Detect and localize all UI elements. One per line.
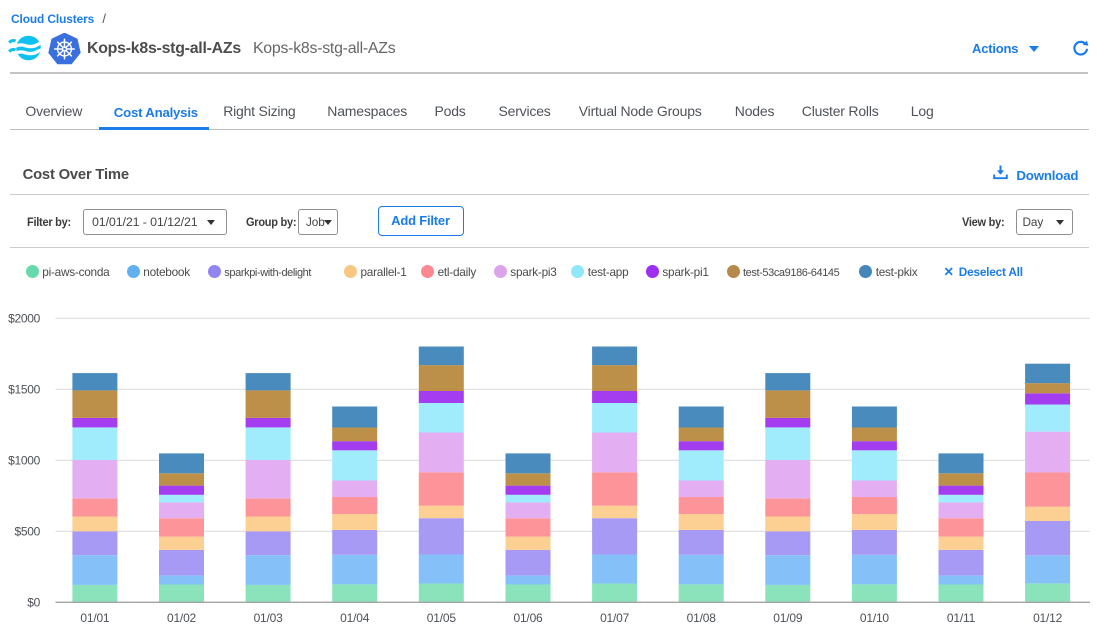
svg-text:$2000: $2000 bbox=[8, 312, 40, 326]
svg-text:01/11: 01/11 bbox=[947, 611, 976, 625]
svg-text:01/10: 01/10 bbox=[860, 611, 890, 625]
svg-text:$500: $500 bbox=[15, 525, 41, 539]
svg-text:01/03: 01/03 bbox=[254, 611, 284, 625]
svg-text:01/08: 01/08 bbox=[687, 611, 717, 625]
svg-text:$0: $0 bbox=[27, 596, 40, 610]
svg-text:01/04: 01/04 bbox=[340, 611, 370, 625]
svg-text:01/12: 01/12 bbox=[1033, 611, 1063, 625]
svg-text:01/09: 01/09 bbox=[773, 611, 803, 625]
svg-text:01/06: 01/06 bbox=[513, 611, 543, 625]
svg-text:01/01: 01/01 bbox=[80, 611, 110, 625]
svg-text:01/07: 01/07 bbox=[600, 611, 630, 625]
svg-text:01/02: 01/02 bbox=[167, 611, 197, 625]
svg-text:$1500: $1500 bbox=[8, 383, 40, 397]
svg-text:$1000: $1000 bbox=[8, 454, 40, 468]
svg-text:01/05: 01/05 bbox=[427, 611, 457, 625]
